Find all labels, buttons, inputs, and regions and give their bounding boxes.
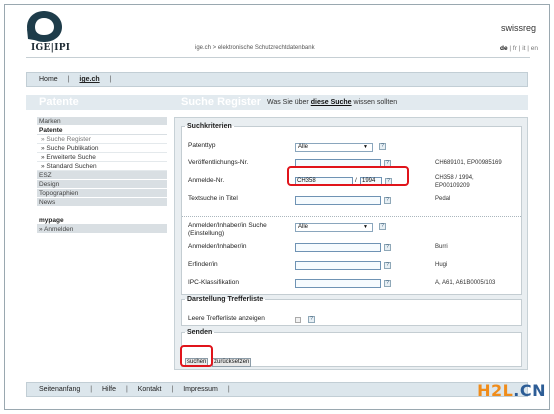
help-icon[interactable]: ?: [308, 316, 315, 323]
example-inhaber: Burri: [435, 244, 448, 250]
example-titel: Pedal: [435, 196, 451, 202]
sidebar-item-design[interactable]: Design: [37, 180, 167, 189]
label-leere-trefferliste: Leere Trefferliste anzeigen: [188, 315, 265, 322]
footer-kontakt[interactable]: Kontakt: [138, 386, 162, 393]
label-erfinder: Erfinder/in: [188, 261, 218, 268]
leere-trefferliste-checkbox[interactable]: [295, 317, 301, 323]
label-inhaber: Anmelder/Inhaber/in: [188, 243, 247, 250]
highlight-anmelde-nr: [287, 166, 409, 186]
example-anmelde-nr: CH358 / 1994, EP00109209: [435, 175, 474, 189]
sidebar-item-erweiterte-suche[interactable]: » Erweiterte Suche: [37, 153, 167, 162]
help-icon[interactable]: ?: [384, 262, 391, 269]
title-band: Patente Suche Register Was Sie über dies…: [26, 95, 528, 110]
inhaber-input[interactable]: [295, 243, 381, 252]
label-ipc: IPC-Klassifikation: [188, 279, 239, 286]
sidebar: Marken Patente » Suche Register » Suche …: [37, 117, 167, 234]
legend-darstellung: Darstellung Trefferliste: [187, 296, 264, 303]
sidebar-item-anmelden[interactable]: » Anmelden: [37, 225, 167, 234]
nav-ige[interactable]: ige.ch: [79, 76, 99, 83]
example-veroeffentlichungs-nr: CH689101, EP00985169: [435, 160, 502, 166]
lang-fr[interactable]: fr: [513, 45, 517, 52]
sidebar-item-mypage[interactable]: mypage: [37, 216, 167, 225]
footer-hilfe[interactable]: Hilfe: [102, 386, 116, 393]
fieldset-suchkriterien: Suchkriterien Patenttyp Alle ▼ ? Veröffe…: [181, 123, 522, 295]
search-form: Suchkriterien Patenttyp Alle ▼ ? Veröffe…: [174, 117, 528, 370]
sidebar-item-suche-register[interactable]: » Suche Register: [37, 135, 167, 144]
sidebar-item-standard-suchen[interactable]: » Standard Suchen: [37, 162, 167, 171]
legend-senden: Senden: [187, 329, 213, 336]
textsuche-titel-input[interactable]: [295, 196, 381, 205]
breadcrumb: ige.ch > elektronische Schutzrechtdatenb…: [195, 45, 315, 51]
label-anmelde-nr: Anmelde-Nr.: [188, 177, 225, 184]
sidebar-item-patente[interactable]: Patente: [37, 126, 167, 135]
help-icon[interactable]: ?: [384, 197, 391, 204]
sidebar-item-marken[interactable]: Marken: [37, 117, 167, 126]
label-patenttyp: Patenttyp: [188, 142, 216, 149]
highlight-suchen-button: [180, 345, 213, 367]
label-textsuche-titel: Textsuche in Titel: [188, 195, 238, 202]
language-switcher: de | fr | it | en: [500, 45, 538, 52]
example-ipc: A, A61, A61B0005/103: [435, 280, 496, 286]
divider: [182, 216, 521, 217]
lang-en[interactable]: en: [531, 45, 538, 52]
help-icon[interactable]: ?: [379, 143, 386, 150]
help-icon[interactable]: ?: [384, 280, 391, 287]
inhaber-suche-select[interactable]: Alle ▼: [295, 223, 373, 232]
lang-it[interactable]: it: [522, 45, 525, 52]
info-link[interactable]: diese Suche: [311, 99, 352, 106]
label-veroeffentlichungs-nr: Veröffentlichungs-Nr.: [188, 159, 249, 166]
example-erfinder: Hugi: [435, 262, 448, 268]
legend-suchkriterien: Suchkriterien: [187, 123, 232, 130]
chevron-down-icon: ▼: [363, 144, 368, 150]
sidebar-item-esz[interactable]: ESZ: [37, 171, 167, 180]
footer-impressum[interactable]: Impressum: [183, 386, 218, 393]
help-icon[interactable]: ?: [384, 244, 391, 251]
chevron-down-icon: ▼: [363, 224, 368, 230]
sidebar-item-news[interactable]: News: [37, 198, 167, 207]
fieldset-darstellung: Darstellung Trefferliste Leere Trefferli…: [181, 296, 522, 326]
sidebar-item-suche-publikation[interactable]: » Suche Publikation: [37, 144, 167, 153]
header-divider: [26, 57, 530, 58]
label-inhaber-suche: Anmelder/Inhaber/in Suche (Einstellung): [188, 222, 267, 237]
page-subtitle: Was Sie über diese Suche wissen sollten: [267, 99, 398, 106]
nav-home[interactable]: Home: [39, 76, 58, 83]
section-title: Patente: [39, 96, 79, 108]
patenttyp-select[interactable]: Alle ▼: [295, 143, 373, 152]
fieldset-senden: Senden suchen zurücksetzen: [181, 329, 522, 367]
sidebar-item-topographien[interactable]: Topographien: [37, 189, 167, 198]
page-title: Suche Register: [181, 96, 262, 108]
footer-seitenanfang[interactable]: Seitenanfang: [39, 386, 80, 393]
zuruecksetzen-button[interactable]: zurücksetzen: [212, 358, 252, 367]
site-name: swissreg: [500, 23, 536, 33]
watermark-logo: H2L.CN: [477, 381, 546, 400]
top-navbar: Home | ige.ch |: [26, 72, 528, 87]
help-icon[interactable]: ?: [379, 223, 386, 230]
footer-navbar: Seitenanfang | Hilfe | Kontakt | Impress…: [26, 382, 528, 397]
lang-de[interactable]: de: [500, 45, 508, 52]
logo-text: IGE|IPI: [31, 43, 71, 53]
erfinder-input[interactable]: [295, 261, 381, 270]
ipc-input[interactable]: [295, 279, 381, 288]
